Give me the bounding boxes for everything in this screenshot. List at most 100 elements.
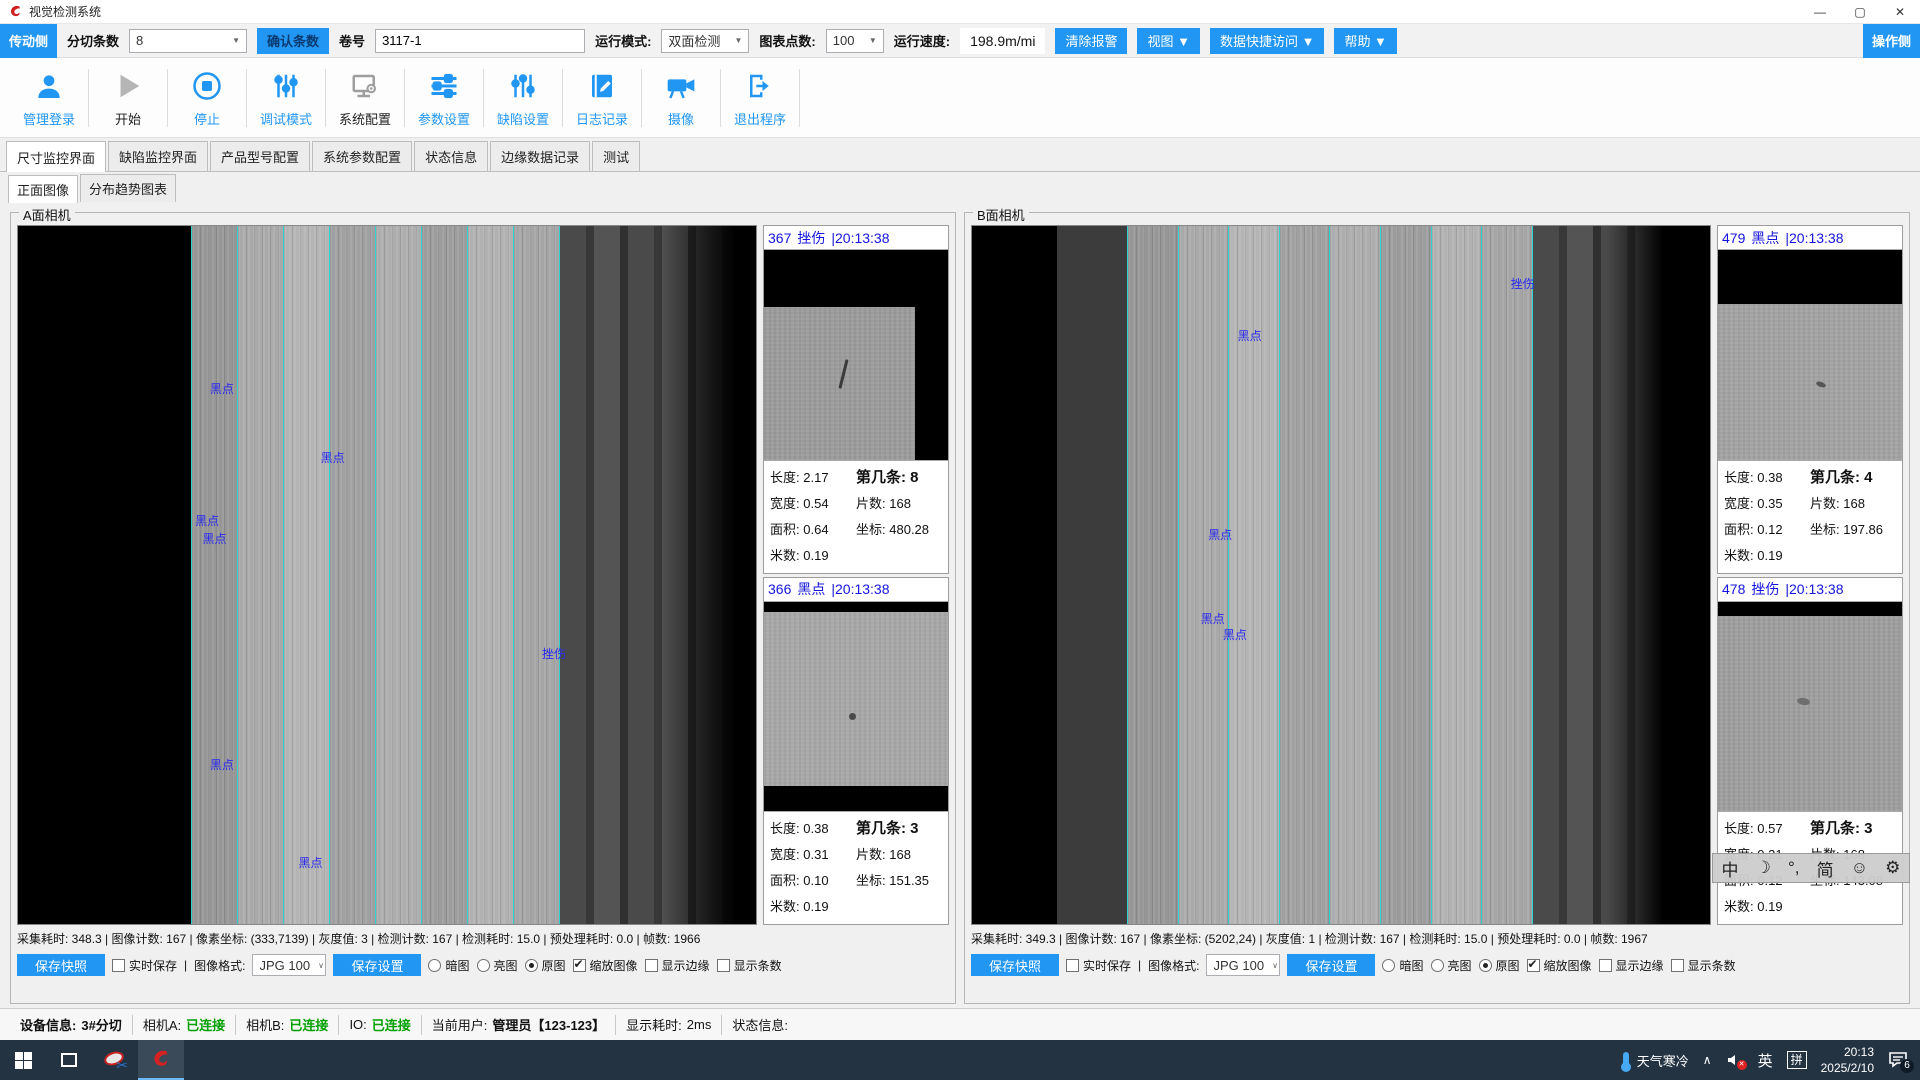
defect-annotation: 黑点	[203, 530, 227, 547]
snipping-tool-button[interactable]: ✂	[92, 1040, 138, 1080]
ime-simplified-mode[interactable]: 简	[1817, 856, 1834, 881]
ime-moon-icon[interactable]: ☽	[1756, 858, 1771, 878]
checkbox-icon	[1527, 959, 1540, 972]
operator-side-tag[interactable]: 操作侧	[1863, 24, 1920, 58]
camera-a-image[interactable]: 黑点 黑点 黑点 黑点 挫伤 黑点 黑点	[17, 225, 757, 925]
slit-count-select[interactable]: 8 ▼	[129, 29, 247, 53]
radio-icon	[1479, 959, 1492, 972]
video-camera-icon	[665, 67, 697, 105]
bright-image-radio[interactable]: 亮图	[1431, 957, 1472, 974]
clock-date: 2025/2/10	[1821, 1060, 1874, 1076]
dark-image-radio[interactable]: 暗图	[1382, 957, 1423, 974]
area-value: 0.12	[1757, 522, 1782, 537]
log-record-button[interactable]: 日志记录	[563, 63, 641, 133]
image-format-select[interactable]: JPG 100∨	[252, 954, 326, 976]
strip-label: 第几条:	[856, 820, 906, 837]
save-settings-button[interactable]: 保存设置	[333, 954, 421, 976]
tab-product-model-config[interactable]: 产品型号配置	[210, 141, 310, 171]
save-snapshot-button[interactable]: 保存快照	[971, 954, 1059, 976]
admin-login-button[interactable]: 管理登录	[10, 63, 88, 133]
defect-annotation: 黑点	[1238, 327, 1262, 344]
defect-card[interactable]: 366 黑点 |20:13:38 长度: 0.38 宽度: 0.31 面积: 0…	[763, 577, 949, 926]
image-controls-b: 保存快照 实时保存 |图像格式: JPG 100∨ 保存设置 暗图 亮图 原图 …	[971, 950, 1903, 980]
minimize-button[interactable]: —	[1800, 0, 1840, 24]
tray-chevron-icon[interactable]: ∧	[1703, 1053, 1712, 1067]
status-message: 状态信息:	[722, 1015, 798, 1035]
save-settings-button[interactable]: 保存设置	[1287, 954, 1375, 976]
defect-card-list-b: 479 黑点 |20:13:38 长度: 0.38 宽度: 0.35 面积: 0…	[1717, 225, 1903, 925]
tab-front-image[interactable]: 正面图像	[8, 175, 78, 203]
zoom-image-checkbox[interactable]: 缩放图像	[1527, 957, 1592, 974]
original-image-radio[interactable]: 原图	[525, 957, 566, 974]
show-edge-checkbox[interactable]: 显示边缘	[645, 957, 710, 974]
system-config-button[interactable]: 系统配置	[326, 63, 404, 133]
parameter-settings-button[interactable]: 参数设置	[405, 63, 483, 133]
defect-settings-button[interactable]: 缺陷设置	[484, 63, 562, 133]
quick-access-menu-button[interactable]: 数据快捷访问 ▼	[1210, 28, 1324, 54]
notification-center-button[interactable]: 6	[1888, 1051, 1908, 1069]
maximize-button[interactable]: ▢	[1840, 0, 1880, 24]
camera-b-image[interactable]: 挫伤 黑点 黑点 黑点 黑点	[971, 225, 1711, 925]
show-count-checkbox[interactable]: 显示条数	[717, 957, 782, 974]
tab-system-parameter-config[interactable]: 系统参数配置	[312, 141, 412, 171]
image-format-label: 图像格式:	[194, 957, 245, 974]
capture-button[interactable]: 摄像	[642, 63, 720, 133]
defect-card[interactable]: 479 黑点 |20:13:38 长度: 0.38 宽度: 0.35 面积: 0…	[1717, 225, 1903, 574]
ime-lang-mode[interactable]: 中	[1722, 856, 1739, 881]
defect-card[interactable]: 367 挫伤 |20:13:38 长度: 2.17 宽度: 0.54 面积: 0…	[763, 225, 949, 574]
panel-camera-b: B面相机 挫伤 黑点 黑点 黑点 黑点 479 黑点 |20:	[964, 212, 1910, 1004]
speed-value: 198.9m/mi	[960, 28, 1045, 54]
device-info: 设备信息: 3#分切	[10, 1015, 133, 1035]
chart-points-select[interactable]: 100 ▼	[826, 29, 884, 53]
show-count-checkbox[interactable]: 显示条数	[1671, 957, 1736, 974]
defect-stats: 长度: 0.38 宽度: 0.31 面积: 0.10 米数: 0.19 第几条:…	[764, 812, 948, 924]
ime-emoji-icon[interactable]: ☺	[1851, 858, 1868, 878]
help-menu-button[interactable]: 帮助 ▼	[1334, 28, 1396, 54]
debug-mode-button[interactable]: 调试模式	[247, 63, 325, 133]
tab-status-info[interactable]: 状态信息	[414, 141, 488, 171]
tab-size-monitor[interactable]: 尺寸监控界面	[6, 141, 106, 172]
task-view-button[interactable]	[46, 1040, 92, 1080]
tab-edge-data-record[interactable]: 边缘数据记录	[490, 141, 590, 171]
ime-settings-gear-icon[interactable]: ⚙	[1885, 858, 1900, 878]
weather-widget[interactable]: 天气寒冷	[1623, 1051, 1689, 1070]
stop-button[interactable]: 停止	[168, 63, 246, 133]
realtime-save-checkbox[interactable]: 实时保存	[112, 957, 177, 974]
defect-annotation: 挫伤	[1511, 275, 1535, 292]
original-image-radio[interactable]: 原图	[1479, 957, 1520, 974]
save-snapshot-button[interactable]: 保存快照	[17, 954, 105, 976]
volume-muted-icon[interactable]: ✕	[1726, 1052, 1744, 1068]
start-button[interactable]: 开始	[89, 63, 167, 133]
view-menu-button[interactable]: 视图 ▼	[1137, 28, 1199, 54]
ime-punctuation-mode[interactable]: °,	[1788, 858, 1800, 878]
coord-value: 480.28	[889, 522, 929, 537]
drive-side-tag[interactable]: 传动侧	[0, 24, 57, 58]
close-button[interactable]: ✕	[1880, 0, 1920, 24]
start-button[interactable]	[0, 1040, 46, 1080]
ime-indicator[interactable]: 拼	[1787, 1051, 1807, 1069]
inspection-app-taskbar-button[interactable]	[138, 1040, 184, 1080]
zoom-image-checkbox[interactable]: 缩放图像	[573, 957, 638, 974]
checkbox-icon	[1066, 959, 1079, 972]
roll-number-input[interactable]	[375, 29, 585, 53]
image-format-select[interactable]: JPG 100∨	[1206, 954, 1280, 976]
confirm-count-button[interactable]: 确认条数	[257, 28, 329, 54]
defect-type: 黑点	[797, 579, 825, 599]
tab-test[interactable]: 测试	[592, 141, 640, 171]
dark-image-radio[interactable]: 暗图	[428, 957, 469, 974]
tab-defect-monitor[interactable]: 缺陷监控界面	[108, 141, 208, 171]
ime-toolbar[interactable]: 中 ☽ °, 简 ☺ ⚙	[1712, 853, 1910, 883]
realtime-save-checkbox[interactable]: 实时保存	[1066, 957, 1131, 974]
chart-points-value: 100	[833, 33, 855, 48]
exit-program-button[interactable]: 退出程序	[721, 63, 799, 133]
toolbar-separator	[799, 69, 800, 127]
tab-distribution-trend-chart[interactable]: 分布趋势图表	[80, 174, 176, 202]
bright-image-radio[interactable]: 亮图	[477, 957, 518, 974]
run-mode-select[interactable]: 双面检测 ▼	[661, 29, 749, 53]
language-indicator[interactable]: 英	[1758, 1050, 1773, 1071]
show-edge-checkbox[interactable]: 显示边缘	[1599, 957, 1664, 974]
pieces-label: 片数:	[856, 496, 886, 511]
defect-time: |20:13:38	[1785, 230, 1843, 246]
taskbar-clock[interactable]: 20:13 2025/2/10	[1821, 1044, 1874, 1076]
clear-alarm-button[interactable]: 清除报警	[1055, 28, 1127, 54]
